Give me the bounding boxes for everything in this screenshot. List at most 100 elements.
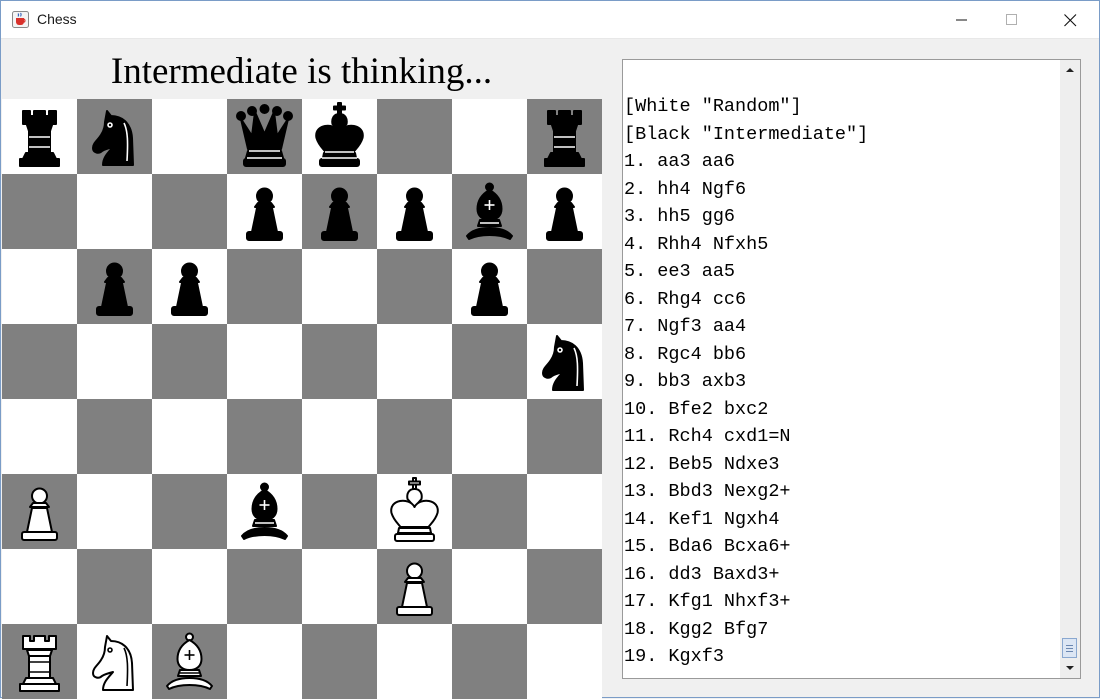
maximize-button[interactable] (989, 1, 1035, 38)
scroll-thumb[interactable] (1062, 638, 1077, 658)
square-h3[interactable] (527, 474, 602, 549)
square-h4[interactable] (527, 399, 602, 474)
white-pawn-icon[interactable] (2, 474, 77, 549)
black-bishop-icon[interactable] (452, 174, 527, 249)
square-h8[interactable] (527, 99, 602, 174)
scroll-down-arrow-icon (1066, 666, 1074, 670)
square-f5[interactable] (377, 324, 452, 399)
square-f3[interactable] (377, 474, 452, 549)
square-c4[interactable] (152, 399, 227, 474)
black-pawn-icon[interactable] (302, 174, 377, 249)
square-e8[interactable] (302, 99, 377, 174)
square-b5[interactable] (77, 324, 152, 399)
square-e1[interactable] (302, 624, 377, 699)
black-rook-icon[interactable] (2, 99, 77, 174)
square-h1[interactable] (527, 624, 602, 699)
square-f8[interactable] (377, 99, 452, 174)
square-e5[interactable] (302, 324, 377, 399)
move-line: 17. Kfg1 Nhxf3+ (624, 591, 791, 612)
square-b7[interactable] (77, 174, 152, 249)
white-knight-icon[interactable] (77, 624, 152, 699)
square-b8[interactable] (77, 99, 152, 174)
square-d5[interactable] (227, 324, 302, 399)
black-knight-icon[interactable] (77, 99, 152, 174)
black-pawn-icon[interactable] (452, 249, 527, 324)
close-button[interactable] (1047, 1, 1093, 38)
square-h2[interactable] (527, 549, 602, 624)
square-f6[interactable] (377, 249, 452, 324)
square-b6[interactable] (77, 249, 152, 324)
move-notation-text-area[interactable]: 0-1 [White "Random"][Black "Intermediate… (622, 59, 1062, 679)
close-icon (1064, 14, 1077, 27)
square-g3[interactable] (452, 474, 527, 549)
square-d8[interactable] (227, 99, 302, 174)
square-a6[interactable] (2, 249, 77, 324)
square-b3[interactable] (77, 474, 152, 549)
square-e2[interactable] (302, 549, 377, 624)
black-pawn-icon[interactable] (377, 174, 452, 249)
square-c1[interactable] (152, 624, 227, 699)
square-c6[interactable] (152, 249, 227, 324)
white-king-icon[interactable] (377, 474, 452, 549)
square-h6[interactable] (527, 249, 602, 324)
title-bar[interactable]: Chess (1, 1, 1099, 39)
black-pawn-icon[interactable] (527, 174, 602, 249)
square-e3[interactable] (302, 474, 377, 549)
square-g2[interactable] (452, 549, 527, 624)
square-c7[interactable] (152, 174, 227, 249)
square-d4[interactable] (227, 399, 302, 474)
square-f7[interactable] (377, 174, 452, 249)
black-knight-icon[interactable] (527, 324, 602, 399)
square-d2[interactable] (227, 549, 302, 624)
black-queen-icon[interactable] (227, 99, 302, 174)
black-king-icon[interactable] (302, 99, 377, 174)
move-list: 0-1 [White "Random"][Black "Intermediate… (624, 60, 1060, 671)
square-b4[interactable] (77, 399, 152, 474)
scroll-down-button[interactable] (1061, 659, 1079, 677)
square-d6[interactable] (227, 249, 302, 324)
square-a4[interactable] (2, 399, 77, 474)
square-c2[interactable] (152, 549, 227, 624)
square-a7[interactable] (2, 174, 77, 249)
black-bishop-icon[interactable] (227, 474, 302, 549)
square-c5[interactable] (152, 324, 227, 399)
square-d1[interactable] (227, 624, 302, 699)
black-pawn-icon[interactable] (152, 249, 227, 324)
square-a1[interactable] (2, 624, 77, 699)
notation-scrollbar[interactable] (1060, 59, 1081, 679)
square-b1[interactable] (77, 624, 152, 699)
square-a3[interactable] (2, 474, 77, 549)
square-d7[interactable] (227, 174, 302, 249)
square-a8[interactable] (2, 99, 77, 174)
square-g8[interactable] (452, 99, 527, 174)
square-h5[interactable] (527, 324, 602, 399)
square-f2[interactable] (377, 549, 452, 624)
square-b2[interactable] (77, 549, 152, 624)
black-pawn-icon[interactable] (227, 174, 302, 249)
square-g7[interactable] (452, 174, 527, 249)
square-g5[interactable] (452, 324, 527, 399)
minimize-button[interactable] (939, 1, 985, 38)
move-line (624, 66, 1060, 94)
square-c3[interactable] (152, 474, 227, 549)
square-a2[interactable] (2, 549, 77, 624)
white-rook-icon[interactable] (2, 624, 77, 699)
chess-board[interactable] (2, 99, 602, 699)
square-g4[interactable] (452, 399, 527, 474)
square-e7[interactable] (302, 174, 377, 249)
black-pawn-icon[interactable] (77, 249, 152, 324)
square-f4[interactable] (377, 399, 452, 474)
square-f1[interactable] (377, 624, 452, 699)
black-rook-icon[interactable] (527, 99, 602, 174)
white-pawn-icon[interactable] (377, 549, 452, 624)
square-a5[interactable] (2, 324, 77, 399)
square-d3[interactable] (227, 474, 302, 549)
square-g1[interactable] (452, 624, 527, 699)
square-e6[interactable] (302, 249, 377, 324)
square-c8[interactable] (152, 99, 227, 174)
square-e4[interactable] (302, 399, 377, 474)
square-h7[interactable] (527, 174, 602, 249)
scroll-up-button[interactable] (1061, 61, 1079, 79)
square-g6[interactable] (452, 249, 527, 324)
white-bishop-icon[interactable] (152, 624, 227, 699)
